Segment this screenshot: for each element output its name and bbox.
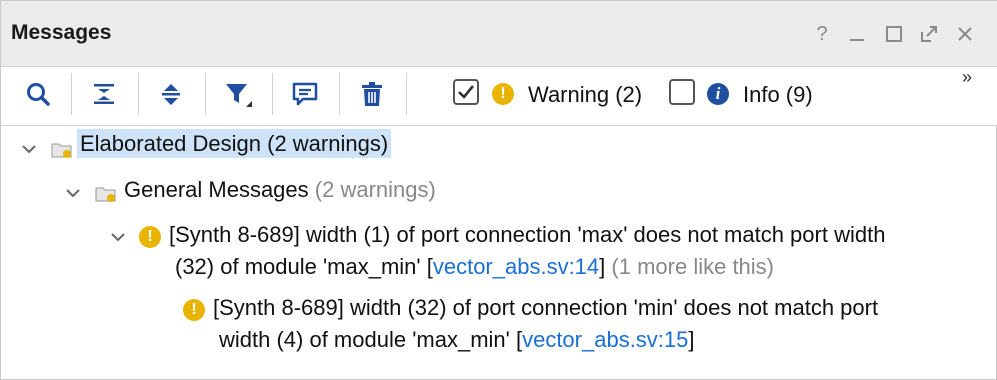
info-filter-label[interactable]: Info (9): [743, 82, 813, 108]
help-icon[interactable]: ?: [811, 23, 833, 45]
message-item-line1[interactable]: [Synth 8-689] width (1) of port connecti…: [169, 222, 885, 248]
warning-icon: !: [139, 226, 161, 248]
source-link[interactable]: vector_abs.sv:15: [522, 327, 688, 352]
folder-warning-icon: [51, 143, 72, 158]
expand-all-icon[interactable]: [156, 79, 186, 109]
toolbar-separator: [272, 73, 273, 115]
message-item-line1[interactable]: [Synth 8-689] width (32) of port connect…: [213, 295, 878, 321]
close-icon[interactable]: [954, 23, 976, 45]
maximize-icon[interactable]: [883, 23, 905, 45]
warning-filter-label[interactable]: Warning (2): [528, 82, 642, 108]
warning-icon: !: [183, 299, 205, 321]
message-text: width (4) of module 'max_min' [: [219, 327, 523, 352]
message-item-line2[interactable]: (32) of module 'max_min' [vector_abs.sv:…: [175, 254, 774, 280]
toolbar-separator: [205, 73, 206, 115]
folder-warning-icon: [95, 187, 116, 202]
more-like-this-link[interactable]: (1 more like this): [611, 254, 774, 279]
tree-group-label: General Messages: [124, 177, 309, 202]
message-item-line2[interactable]: width (4) of module 'max_min' [vector_ab…: [219, 327, 695, 353]
panel-title: Messages: [11, 21, 112, 44]
messages-toolbar: ! Warning (2) i Info (9) »: [1, 67, 997, 126]
message-icon[interactable]: [290, 79, 320, 109]
toolbar-separator: [339, 73, 340, 115]
warning-icon: !: [492, 83, 514, 105]
chevron-down-icon[interactable]: [21, 141, 37, 157]
tree-group-item[interactable]: General Messages (2 warnings): [124, 177, 436, 203]
warning-filter-checkbox[interactable]: [453, 79, 479, 105]
toolbar-separator: [406, 73, 407, 115]
chevron-down-icon[interactable]: [65, 185, 81, 201]
filter-icon[interactable]: [223, 79, 253, 109]
message-text: (32) of module 'max_min' [: [175, 254, 433, 279]
tree-group-count: (2 warnings): [314, 177, 436, 202]
bracket: ]: [599, 254, 606, 279]
search-icon[interactable]: [23, 79, 53, 109]
delete-icon[interactable]: [357, 79, 387, 109]
panel-titlebar: Messages ?: [1, 1, 997, 67]
messages-tree: Elaborated Design (2 warnings) General M…: [1, 127, 997, 380]
minimize-icon[interactable]: [846, 23, 868, 45]
toolbar-separator: [138, 73, 139, 115]
toolbar-separator: [71, 73, 72, 115]
messages-panel: Messages ? ! Warning (2) i Info (9) » El…: [0, 0, 997, 380]
bracket: ]: [688, 327, 695, 352]
info-icon: i: [707, 83, 729, 105]
collapse-all-icon[interactable]: [89, 79, 119, 109]
float-icon[interactable]: [918, 23, 940, 45]
tree-root-label: Elaborated Design (2 warnings): [77, 129, 392, 158]
source-link[interactable]: vector_abs.sv:14: [433, 254, 599, 279]
info-filter-checkbox[interactable]: [669, 79, 695, 105]
tree-root-item[interactable]: Elaborated Design (2 warnings): [77, 129, 392, 158]
toolbar-overflow-icon[interactable]: »: [962, 67, 972, 88]
chevron-down-icon[interactable]: [110, 229, 126, 245]
